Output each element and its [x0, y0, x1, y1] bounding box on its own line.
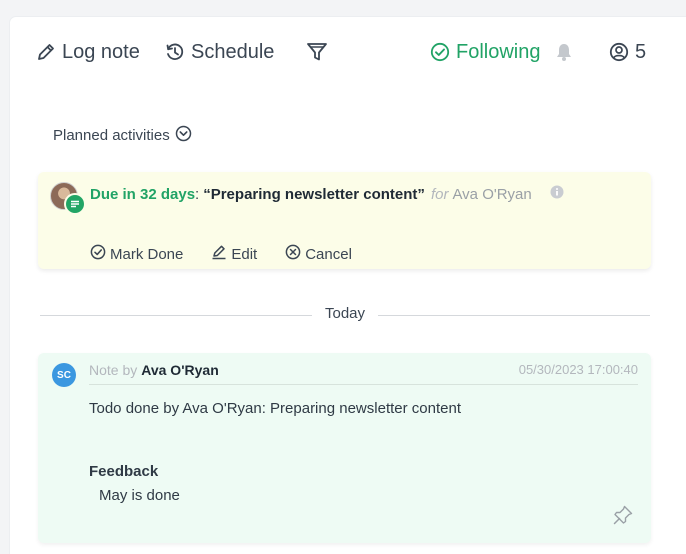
bell-icon [554, 42, 574, 62]
info-circle-icon[interactable] [550, 185, 564, 203]
chatter-panel: Log note Schedule Following 5 Planned ac… [10, 17, 686, 554]
planned-activities-label: Planned activities [53, 127, 170, 144]
activity-assignee: Ava O'Ryan [452, 185, 532, 203]
log-note-label: Log note [62, 40, 140, 63]
chevron-down-circle-icon [175, 125, 192, 146]
separator-line [378, 315, 650, 316]
avatar[interactable]: SC [52, 363, 76, 387]
mark-done-label: Mark Done [110, 245, 184, 263]
followers-button[interactable]: 5 [609, 39, 646, 65]
edit-button[interactable]: Edit [211, 244, 257, 264]
for-label: for [430, 185, 449, 203]
pin-icon[interactable] [612, 504, 634, 531]
cancel-label: Cancel [305, 245, 352, 263]
message-timestamp: 05/30/2023 17:00:40 [518, 362, 638, 377]
message-author[interactable]: Ava O'Ryan [141, 362, 219, 378]
pencil-icon [36, 42, 56, 62]
pencil-square-icon [211, 244, 227, 264]
message-body: Todo done by Ava O'Ryan: Preparing newsl… [89, 400, 461, 417]
due-separator: : [195, 185, 200, 203]
filter-button[interactable] [306, 39, 328, 65]
following-label: Following [456, 40, 541, 63]
separator-line [40, 315, 312, 316]
edit-label: Edit [231, 245, 258, 263]
log-note-button[interactable]: Log note [36, 39, 140, 65]
note-lines-icon [64, 193, 86, 215]
followers-count: 5 [635, 40, 647, 63]
activity-actions: Mark Done Edit Cancel [90, 244, 380, 264]
date-separator-label: Today [324, 305, 366, 322]
feedback-title: Feedback [89, 463, 159, 480]
due-label: Due in 32 days [90, 185, 196, 203]
message-type-label: Note by [89, 362, 138, 378]
activity-summary: “Preparing newsletter content” [203, 185, 425, 203]
schedule-label: Schedule [191, 40, 275, 63]
cancel-button[interactable]: Cancel [285, 244, 352, 264]
message-header: Note by Ava O'Ryan 05/30/2023 17:00:40 [89, 362, 638, 385]
chatter-toolbar: Log note Schedule Following 5 [10, 17, 686, 87]
message-card: SC Note by Ava O'Ryan 05/30/2023 17:00:40… [38, 353, 651, 543]
mark-done-button[interactable]: Mark Done [90, 244, 183, 264]
funnel-icon [306, 41, 328, 63]
clock-history-icon [165, 42, 185, 62]
user-circle-icon [609, 42, 629, 62]
activity-summary-line: Due in 32 days : “Preparing newsletter c… [90, 185, 564, 203]
planned-activities-toggle[interactable]: Planned activities [53, 125, 192, 146]
following-button[interactable]: Following [430, 39, 540, 65]
x-circle-icon [285, 244, 301, 264]
schedule-button[interactable]: Schedule [165, 39, 274, 65]
planned-activity-card: Due in 32 days : “Preparing newsletter c… [38, 172, 651, 269]
notifications-button[interactable] [554, 39, 574, 65]
check-circle-icon [430, 42, 450, 62]
check-circle-icon [90, 244, 106, 264]
feedback-text: May is done [99, 487, 180, 504]
